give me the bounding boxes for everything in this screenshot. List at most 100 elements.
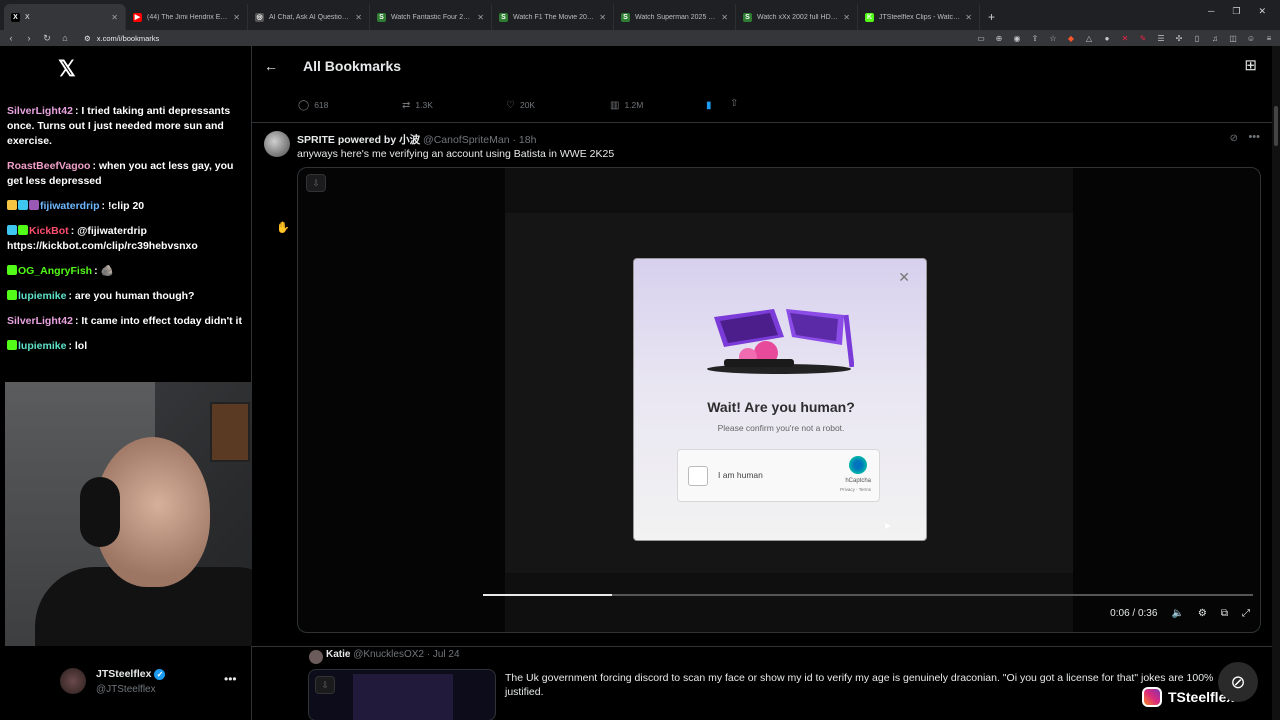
browser-tab[interactable]: S Watch xXx 2002 full HD on SFile Free ✕ xyxy=(736,4,858,30)
reload-icon[interactable]: ↻ xyxy=(42,33,52,44)
captcha-links[interactable]: Privacy - Terms xyxy=(840,487,871,492)
tab-favicon-icon: ◎ xyxy=(255,12,264,22)
share-icon[interactable]: ⇪ xyxy=(1030,34,1040,43)
tab-close-icon[interactable]: ✕ xyxy=(355,13,362,22)
post-handle[interactable]: @CanofSpriteMan · 18h xyxy=(423,134,536,146)
chat-username[interactable]: SilverLight42 xyxy=(7,315,73,327)
brave-shield-icon[interactable]: ◆ xyxy=(1066,34,1076,43)
browser-tab[interactable]: ◎ AI Chat, Ask AI Questions for Expert ✕ xyxy=(248,4,370,30)
x-logo-icon[interactable]: 𝕏 xyxy=(58,56,76,82)
tab-close-icon[interactable]: ✕ xyxy=(233,13,240,22)
back-nav-icon[interactable]: ‹ xyxy=(6,33,16,43)
menu-icon[interactable]: ≡ xyxy=(1264,34,1274,43)
site-info-icon[interactable]: ⚙ xyxy=(84,34,91,43)
video-player[interactable]: ⇩ ✕ Wait! Are you human? Please confirm … xyxy=(297,167,1261,633)
thumbnail-image xyxy=(353,674,453,720)
captcha-subtitle: Please confirm you're not a robot. xyxy=(717,423,845,433)
browser-tab[interactable]: S Watch F1 The Movie 2025 full HD on ✕ xyxy=(492,4,614,30)
post[interactable]: SPRITE powered by 小波 @CanofSpriteMan · 1… xyxy=(252,123,1272,643)
verified-badge-icon: ✓ xyxy=(154,669,166,680)
reply-button[interactable]: ◯ 618 xyxy=(298,98,402,112)
zoom-icon[interactable]: ⊕ xyxy=(994,34,1004,43)
post[interactable]: Katie @KnucklesOX2 · Jul 24 ⇩ The Uk gov… xyxy=(252,646,1272,720)
share-icon[interactable]: ⇧ xyxy=(730,98,750,112)
scrollbar-thumb[interactable] xyxy=(1274,106,1278,146)
puzzle-icon[interactable]: ✣ xyxy=(1174,34,1184,43)
tab-close-icon[interactable]: ✕ xyxy=(843,13,850,22)
pip-icon[interactable]: ⧉ xyxy=(1221,608,1228,619)
url-field[interactable]: ⚙ x.com/i/bookmarks xyxy=(84,34,968,43)
browser-tab[interactable]: X X ✕ xyxy=(4,4,126,30)
x-extension-icon[interactable]: ✕ xyxy=(1120,34,1130,43)
chat-username[interactable]: fijiwaterdrip xyxy=(40,200,100,212)
chat-username[interactable]: OG_AngryFish xyxy=(18,265,92,277)
settings-icon[interactable]: ⚙ xyxy=(1198,608,1207,619)
scrollbar[interactable] xyxy=(1272,46,1280,720)
chat-username[interactable]: lupiemike xyxy=(18,340,66,352)
tab-close-icon[interactable]: ✕ xyxy=(965,13,972,22)
tab-title: JTSteelflex Clips - Watch Live on Kick xyxy=(879,13,960,21)
maximize-icon[interactable]: ❐ xyxy=(1232,6,1240,17)
tab-title: AI Chat, Ask AI Questions for Expert xyxy=(269,13,350,21)
browser-tab[interactable]: S Watch Superman 2025 full HD on SF ✕ xyxy=(614,4,736,30)
close-icon[interactable]: ✕ xyxy=(898,269,910,286)
chat-username[interactable]: KickBot xyxy=(29,225,69,237)
bookmark-star-icon[interactable]: ☆ xyxy=(1048,34,1058,43)
chat-username[interactable]: SilverLight42 xyxy=(7,105,73,117)
close-window-icon[interactable]: ✕ xyxy=(1258,6,1266,17)
post-author[interactable]: Katie xyxy=(326,649,350,660)
repost-button[interactable]: ⇄ 1.3K xyxy=(402,98,506,112)
translate-icon[interactable]: ◉ xyxy=(1012,34,1022,43)
post-media-thumbnail[interactable]: ⇩ xyxy=(308,669,496,720)
post-handle[interactable]: @KnucklesOX2 · Jul 24 xyxy=(353,649,459,660)
tab-favicon-icon: X xyxy=(11,12,20,22)
tab-close-icon[interactable]: ✕ xyxy=(721,13,728,22)
download-icon[interactable]: ⇩ xyxy=(315,676,335,694)
download-icon[interactable]: ⇩ xyxy=(306,174,326,192)
more-options-icon[interactable]: ••• xyxy=(1248,131,1260,143)
tab-favicon-icon: S xyxy=(377,12,386,22)
grok-corner-icon[interactable]: ⊘ xyxy=(1218,662,1258,702)
home-icon[interactable]: ⌂ xyxy=(60,33,70,43)
repost-icon: ⇄ xyxy=(402,99,411,111)
tab-close-icon[interactable]: ✕ xyxy=(111,13,118,22)
bookmark-filled-icon: ▮ xyxy=(706,99,712,111)
account-switcher[interactable]: JTSteelflex ✓ @JTSteelflex ••• xyxy=(60,664,250,704)
chat-username[interactable]: RoastBeefVagoo xyxy=(7,160,90,172)
chat-text: lol xyxy=(74,340,88,352)
video-progress-bar[interactable] xyxy=(483,594,1253,596)
media-icon[interactable]: ♫ xyxy=(1210,34,1220,43)
grok-icon[interactable]: ⊘ xyxy=(1230,133,1238,144)
reply-icon: ◯ xyxy=(298,99,310,111)
forward-nav-icon[interactable]: › xyxy=(24,33,34,43)
chat-message: KickBot: @fijiwaterdrip https://kickbot.… xyxy=(7,224,247,254)
fullscreen-icon[interactable]: ⤢ xyxy=(1242,608,1250,619)
like-button[interactable]: ♡ 20K xyxy=(506,98,610,112)
extension-icon-1[interactable]: ● xyxy=(1102,34,1112,43)
more-options-icon[interactable]: ••• xyxy=(224,672,237,686)
rewards-icon[interactable]: △ xyxy=(1084,34,1094,43)
extension-icon-3[interactable]: ☰ xyxy=(1156,34,1166,43)
minimize-icon[interactable]: ─ xyxy=(1208,6,1214,17)
browser-tab[interactable]: ▶ (44) The Jimi Hendrix Experience - All ✕ xyxy=(126,4,248,30)
views-button[interactable]: ▥ 1.2M xyxy=(610,98,706,112)
sidebar-toggle-icon[interactable]: ▯ xyxy=(1192,34,1202,43)
new-tab-icon[interactable]: + xyxy=(980,4,1003,30)
chat-badge-icon xyxy=(7,340,17,350)
human-checkbox[interactable] xyxy=(688,466,708,486)
volume-icon[interactable]: 🔈 xyxy=(1171,608,1183,619)
extension-icon-2[interactable]: ✎ xyxy=(1138,34,1148,43)
browser-tab[interactable]: S Watch Fantastic Four 2005 full HD on ✕ xyxy=(370,4,492,30)
install-icon[interactable]: ▭ xyxy=(976,34,986,43)
profile-icon[interactable]: ☺ xyxy=(1246,34,1256,43)
browser-tab[interactable]: K JTSteelflex Clips - Watch Live on Kick ✕ xyxy=(858,4,980,30)
split-view-icon[interactable]: ◫ xyxy=(1228,34,1238,43)
bookmark-button[interactable]: ▮ xyxy=(706,98,730,112)
post-author[interactable]: SPRITE powered by 小波 xyxy=(297,134,420,146)
back-arrow-icon[interactable]: ← xyxy=(264,58,278,74)
add-folder-icon[interactable]: ⊞ xyxy=(1244,56,1257,74)
tab-close-icon[interactable]: ✕ xyxy=(477,13,484,22)
chat-username[interactable]: lupiemike xyxy=(18,290,66,302)
views-icon: ▥ xyxy=(610,99,620,111)
tab-close-icon[interactable]: ✕ xyxy=(599,13,606,22)
